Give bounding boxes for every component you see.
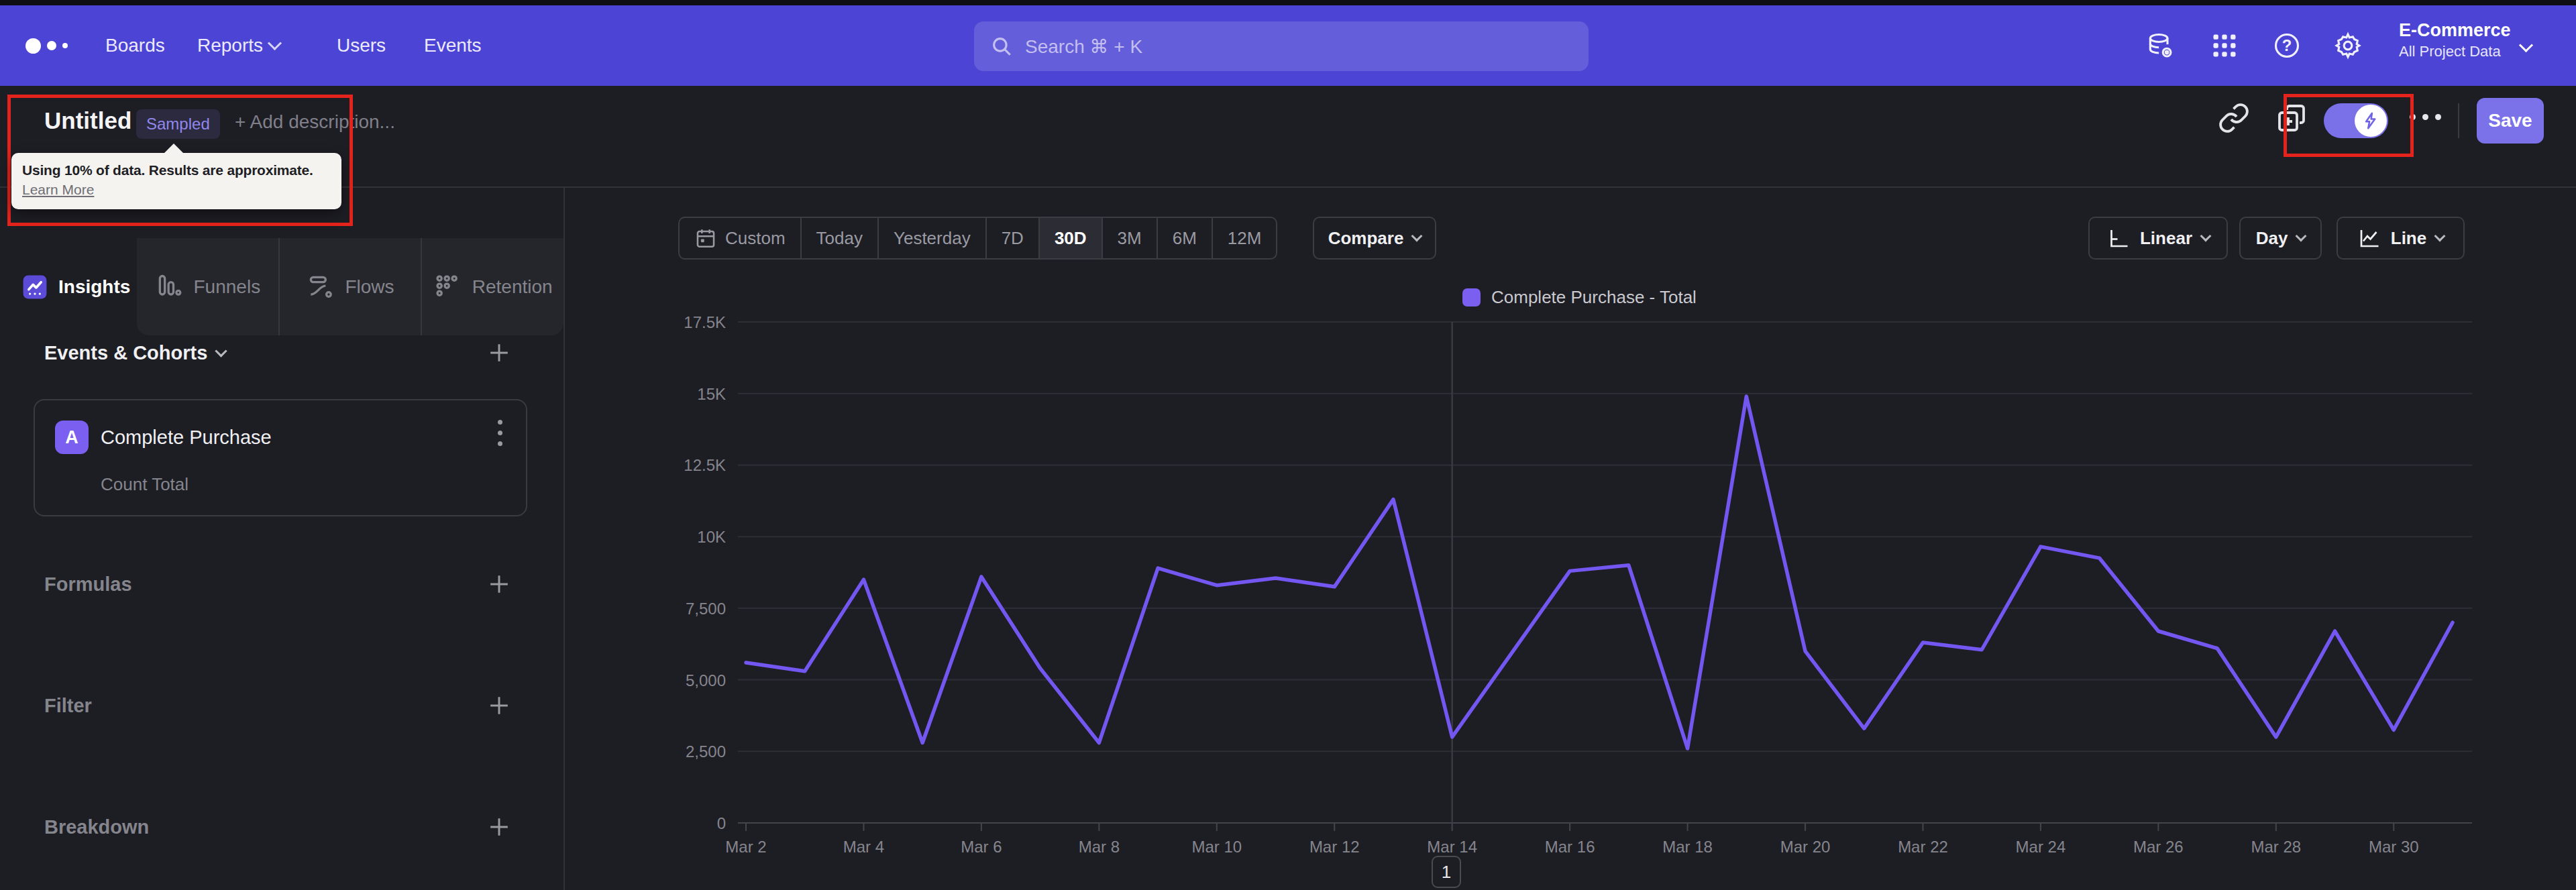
mixpanel-logo-icon[interactable]: [25, 5, 68, 86]
header-divider: [0, 186, 2576, 188]
x-axis-label: Mar 2: [725, 838, 766, 856]
nav-item-label: Reports: [197, 35, 263, 56]
date-range-control: Custom Today Yesterday 7D 30D 3M 6M 12M: [678, 217, 1277, 260]
date-range-label: Yesterday: [894, 228, 971, 249]
date-range-custom[interactable]: Custom: [680, 218, 800, 258]
x-axis-label: Mar 14: [1427, 838, 1477, 856]
x-axis-label: Mar 4: [843, 838, 884, 856]
x-axis-label: Mar 18: [1662, 838, 1713, 856]
x-axis-label: Mar 22: [1898, 838, 1948, 856]
nav-item-label: Boards: [105, 35, 165, 56]
y-axis-label: 17.5K: [684, 313, 726, 331]
x-axis-label: Mar 26: [2133, 838, 2184, 856]
search-icon: [990, 35, 1013, 58]
scale-label: Linear: [2140, 228, 2192, 249]
x-axis-label: Mar 30: [2369, 838, 2419, 856]
reports-chevron-down-icon: [268, 36, 282, 50]
y-axis-label: 12.5K: [684, 456, 726, 474]
date-range-label: 30D: [1055, 228, 1087, 249]
compare-button[interactable]: Compare: [1313, 217, 1436, 260]
copy-link-icon[interactable]: [2218, 102, 2250, 134]
nav-item-users[interactable]: Users: [337, 5, 386, 86]
y-axis-label: 5,000: [686, 671, 726, 689]
scale-chevron-icon: [2200, 231, 2212, 242]
save-button[interactable]: Save: [2477, 98, 2544, 144]
help-icon[interactable]: ?: [2272, 31, 2302, 60]
x-axis-label: Mar 12: [1309, 838, 1360, 856]
date-range-yesterday[interactable]: Yesterday: [877, 218, 985, 258]
sampling-tooltip: Using 10% of data. Results are approxima…: [11, 153, 341, 209]
date-range-label: Custom: [725, 228, 786, 249]
chart-type-dropdown[interactable]: Line: [2337, 217, 2465, 260]
chart-type-chevron-icon: [2434, 231, 2446, 242]
y-axis-label: 10K: [697, 528, 726, 546]
project-switcher[interactable]: E-Commerce All Project Data: [2399, 19, 2511, 62]
x-axis-label: Mar 6: [961, 838, 1002, 856]
line-chart-icon: [2357, 226, 2381, 250]
pagination-page-1[interactable]: 1: [1432, 856, 1461, 888]
y-axis-label: 15K: [697, 385, 726, 403]
search-input[interactable]: Search ⌘ + K: [974, 21, 1589, 71]
compare-label: Compare: [1328, 228, 1404, 249]
scale-dropdown[interactable]: Linear: [2088, 217, 2228, 260]
x-axis-label: Mar 20: [1780, 838, 1831, 856]
y-axis-label: 7,500: [686, 600, 726, 618]
date-range-label: 12M: [1228, 228, 1262, 249]
nav-item-reports[interactable]: Reports: [197, 5, 280, 86]
date-range-7d[interactable]: 7D: [985, 218, 1038, 258]
nav-item-events[interactable]: Events: [424, 5, 482, 86]
settings-gear-icon[interactable]: [2333, 31, 2363, 60]
compare-chevron-icon: [1411, 231, 1423, 242]
date-range-6m[interactable]: 6M: [1157, 218, 1212, 258]
tooltip-text: Using 10% of data. Results are approxima…: [22, 161, 332, 179]
axis-scale-icon: [2106, 226, 2131, 250]
window-top-strip: [0, 0, 2576, 5]
x-axis-label: Mar 28: [2251, 838, 2301, 856]
series-line-complete-purchase[interactable]: [746, 396, 2453, 748]
x-axis-label: Mar 8: [1079, 838, 1120, 856]
project-chevron-down-icon: [2519, 38, 2533, 52]
data-management-icon[interactable]: [2145, 31, 2175, 60]
line-chart[interactable]: 17.5K 15K 12.5K 10K 7,500 5,000 2,500 0 Mar 2 Mar…: [0, 268, 2576, 858]
report-header-bar: [0, 86, 2576, 188]
interval-label: Day: [2256, 228, 2288, 249]
svg-text:?: ?: [2282, 36, 2292, 54]
apps-grid-icon[interactable]: [2210, 31, 2239, 60]
nav-item-label: Users: [337, 35, 386, 56]
date-range-3m[interactable]: 3M: [1102, 218, 1157, 258]
project-scope: All Project Data: [2399, 42, 2511, 62]
search-placeholder: Search ⌘ + K: [1025, 36, 1142, 58]
chart-type-label: Line: [2391, 228, 2426, 249]
project-name: E-Commerce: [2399, 19, 2511, 42]
tooltip-learn-more-link[interactable]: Learn More: [22, 179, 332, 200]
x-axis-label: Mar 16: [1545, 838, 1595, 856]
date-range-12m[interactable]: 12M: [1212, 218, 1277, 258]
nav-item-label: Events: [424, 35, 482, 56]
x-axis-label: Mar 10: [1191, 838, 1242, 856]
date-range-today[interactable]: Today: [800, 218, 877, 258]
y-axis-label: 0: [717, 814, 726, 832]
date-range-label: 6M: [1173, 228, 1197, 249]
nav-item-boards[interactable]: Boards: [105, 5, 165, 86]
tooltip-caret: [163, 144, 184, 154]
interval-dropdown[interactable]: Day: [2239, 217, 2322, 260]
date-range-label: 3M: [1118, 228, 1142, 249]
y-axis-label: 2,500: [686, 742, 726, 761]
annotation-box-toggle: [2284, 94, 2414, 157]
x-axis-label: Mar 24: [2016, 838, 2066, 856]
date-range-label: Today: [816, 228, 863, 249]
top-nav: Search ⌘ + K ? E-Commerce All Project Da…: [0, 5, 2576, 86]
date-range-30d[interactable]: 30D: [1038, 218, 1102, 258]
calendar-icon: [694, 227, 717, 249]
more-options-button[interactable]: [2410, 114, 2441, 120]
header-action-divider: [2458, 103, 2459, 138]
date-range-label: 7D: [1002, 228, 1024, 249]
interval-chevron-icon: [2296, 231, 2307, 242]
